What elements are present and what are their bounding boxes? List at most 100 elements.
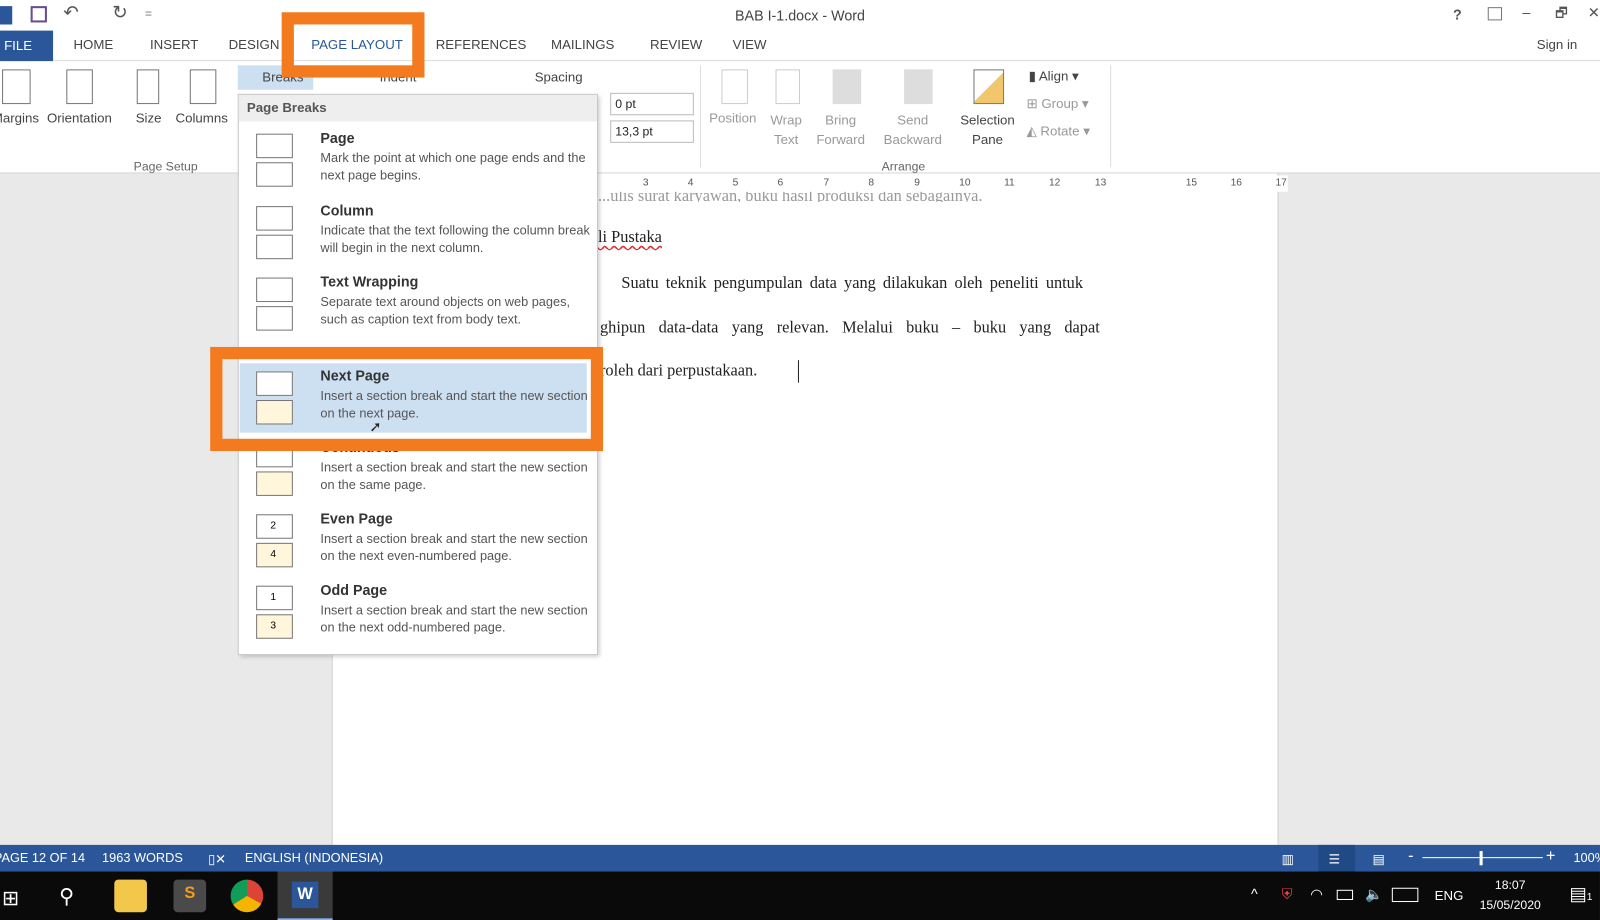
rotate-button[interactable]: ◭ Rotate ▾ bbox=[1027, 123, 1090, 139]
horizontal-ruler[interactable]: 3 4 5 6 7 8 9 10 11 12 13 15 16 17 bbox=[593, 175, 1288, 192]
proofing-icon[interactable]: ▯✕ bbox=[208, 851, 226, 866]
windows-start-icon[interactable]: ⊞ bbox=[2, 886, 19, 912]
spacing-before-input[interactable]: 0 pt bbox=[610, 92, 694, 116]
page-setup-group-label: Page Setup bbox=[133, 159, 198, 174]
tab-mailings[interactable]: MAILINGS bbox=[551, 37, 614, 52]
ruler-tick-label: 11 bbox=[1004, 177, 1015, 189]
ruler-tick-label: 17 bbox=[1275, 177, 1287, 189]
wifi-icon[interactable]: ◠ bbox=[1310, 886, 1322, 903]
tab-file[interactable]: FILE bbox=[0, 30, 54, 62]
zoom-in-button[interactable]: + bbox=[1546, 848, 1556, 866]
group-button[interactable]: ⊞ Group ▾ bbox=[1027, 96, 1089, 112]
orientation-button[interactable]: Orientation bbox=[47, 110, 112, 125]
break-option-page[interactable]: Page Mark the point at which one page end… bbox=[240, 126, 587, 195]
breaks-button[interactable]: Breaks bbox=[237, 65, 314, 90]
volume-icon[interactable]: 🔈 bbox=[1365, 886, 1383, 903]
help-button[interactable]: ? bbox=[1453, 6, 1462, 22]
word-count[interactable]: 1963 WORDS bbox=[102, 851, 183, 865]
wrap-text-button[interactable]: Wrap Text bbox=[770, 110, 801, 149]
restore-button[interactable]: 🗗 bbox=[1555, 4, 1567, 26]
position-button[interactable]: Position bbox=[709, 110, 756, 125]
tab-references[interactable]: REFERENCES bbox=[436, 37, 527, 52]
tab-insert[interactable]: INSERT bbox=[150, 37, 198, 52]
tab-review[interactable]: REVIEW bbox=[650, 37, 702, 52]
ruler-tick-label: 13 bbox=[1094, 177, 1107, 189]
chrome-icon[interactable] bbox=[230, 879, 264, 913]
ruler-tick-label: 4 bbox=[687, 177, 694, 189]
selection-pane-label: Selection bbox=[960, 112, 1015, 128]
sign-in-link[interactable]: Sign in bbox=[1537, 37, 1578, 52]
show-hidden-icons[interactable]: ^ bbox=[1251, 886, 1258, 902]
security-shield-icon[interactable]: ⛨ bbox=[1282, 886, 1293, 903]
word-taskbar-active[interactable]: W bbox=[277, 871, 333, 920]
break-option-next-page[interactable]: Next Page Insert a section break and star… bbox=[239, 363, 588, 433]
web-layout-icon[interactable]: ▤ bbox=[1372, 851, 1384, 866]
tab-view[interactable]: VIEW bbox=[733, 37, 767, 52]
group-divider bbox=[699, 65, 702, 168]
break-option-title: Text Wrapping bbox=[320, 273, 419, 290]
even-page-break-icon: 24 bbox=[256, 514, 295, 568]
input-language[interactable]: ENG bbox=[1435, 888, 1464, 903]
mouse-pointer-icon: ➚ bbox=[369, 418, 382, 435]
send-backward-button[interactable]: Send Backward bbox=[884, 110, 942, 149]
word-icon: W bbox=[291, 881, 319, 909]
read-mode-icon[interactable]: ▥ bbox=[1282, 851, 1294, 866]
zoom-level[interactable]: 100% bbox=[1573, 851, 1600, 865]
doc-paragraph-line-2: ghipun data-data yang relevan. Melalui b… bbox=[599, 319, 1100, 337]
continuous-break-icon bbox=[256, 442, 295, 496]
break-option-title: Next Page bbox=[320, 367, 390, 384]
break-option-odd-page[interactable]: 1 3 Odd Page Insert a section break and sta… bbox=[240, 578, 588, 647]
columns-button[interactable]: Columns bbox=[176, 110, 228, 125]
battery-icon[interactable] bbox=[1336, 889, 1354, 900]
search-icon[interactable]: ⚲ bbox=[59, 884, 74, 910]
break-option-description: Insert a section break and start the new… bbox=[320, 603, 588, 635]
ruler-tick-label: 8 bbox=[868, 177, 875, 189]
bring-forward-button[interactable]: Bring Forward bbox=[816, 110, 865, 149]
page-break-icon bbox=[256, 133, 295, 187]
odd-page-break-icon: 13 bbox=[256, 585, 295, 639]
clock-time[interactable]: 18:07 bbox=[1495, 878, 1526, 892]
tab-design[interactable]: DESIGN bbox=[229, 37, 280, 52]
spacing-after-input[interactable]: 13,3 pt bbox=[610, 120, 694, 143]
break-option-title: Column bbox=[320, 202, 374, 219]
tab-home[interactable]: HOME bbox=[73, 37, 113, 52]
file-explorer-icon[interactable] bbox=[114, 879, 147, 913]
sublime-text-icon[interactable]: S bbox=[173, 879, 207, 913]
keyboard-icon[interactable] bbox=[1391, 887, 1419, 903]
align-button[interactable]: ▮ Align ▾ bbox=[1029, 68, 1079, 84]
clock-date[interactable]: 15/05/2020 bbox=[1480, 898, 1541, 912]
size-button[interactable]: Size bbox=[136, 110, 162, 125]
break-option-description: Insert a section break and start the new… bbox=[320, 388, 588, 421]
columns-icon bbox=[189, 69, 217, 105]
print-layout-icon[interactable]: ☰ bbox=[1318, 844, 1356, 872]
align-label: Align bbox=[1038, 68, 1069, 84]
break-option-continuous[interactable]: Continuous Insert a section break and sta… bbox=[240, 435, 588, 504]
minimize-button[interactable]: – bbox=[1522, 4, 1530, 20]
break-option-column[interactable]: Column Indicate that the text following t… bbox=[240, 198, 590, 267]
bring-forward-icon bbox=[832, 69, 862, 105]
send-backward-label-2: Backward bbox=[883, 131, 942, 147]
doc-paragraph-line-1: Suatu teknik pengumpulan data yang dilak… bbox=[621, 274, 1084, 292]
break-option-title: Even Page bbox=[320, 510, 393, 527]
break-option-text-wrapping[interactable]: Text Wrapping Separate text around object… bbox=[240, 269, 587, 338]
zoom-slider-thumb[interactable] bbox=[1479, 851, 1483, 866]
break-option-description: Mark the point at which one page ends an… bbox=[320, 151, 586, 183]
margins-icon bbox=[2, 69, 31, 105]
page-count[interactable]: PAGE 12 OF 14 bbox=[0, 851, 85, 865]
tab-page-layout[interactable]: PAGE LAYOUT bbox=[311, 37, 403, 52]
zoom-out-button[interactable]: - bbox=[1408, 848, 1413, 866]
ruler-tick-label: 5 bbox=[732, 177, 739, 189]
margins-button[interactable]: Margins bbox=[0, 110, 39, 125]
ruler-tick-label: 15 bbox=[1185, 177, 1198, 189]
breaks-dropdown-menu: Page Breaks Page Mark the point at which … bbox=[237, 93, 598, 656]
ruler-tick-label: 12 bbox=[1048, 177, 1061, 189]
bring-forward-label: Bring bbox=[825, 112, 857, 128]
close-button[interactable]: ✕ bbox=[1588, 4, 1600, 21]
ribbon-display-options-icon[interactable] bbox=[1487, 7, 1503, 21]
break-option-description: Separate text around objects on web page… bbox=[320, 294, 571, 327]
action-center-icon[interactable]: ▤1 bbox=[1569, 884, 1592, 905]
break-option-even-page[interactable]: 2 4 Even Page Insert a section break and st… bbox=[240, 506, 588, 575]
selection-pane-button[interactable]: Selection Pane bbox=[960, 110, 1015, 149]
language[interactable]: ENGLISH (INDONESIA) bbox=[245, 851, 383, 865]
spacing-label: Spacing bbox=[534, 69, 583, 85]
